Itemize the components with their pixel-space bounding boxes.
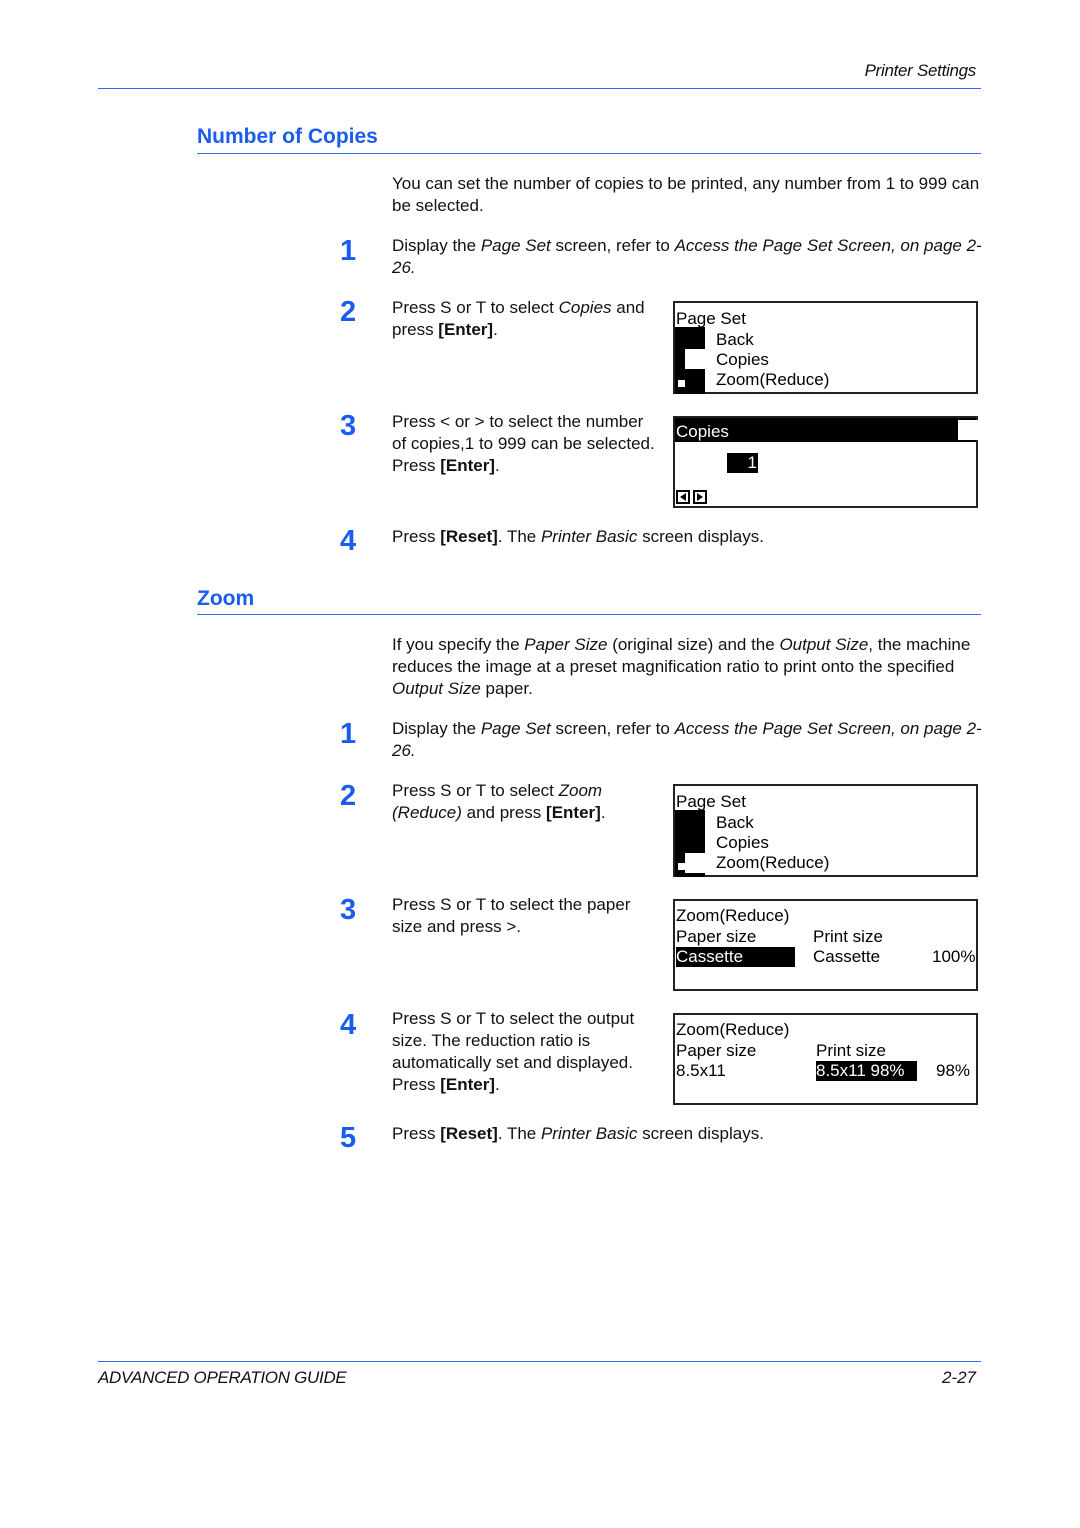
step-number: 1 xyxy=(340,235,357,267)
step-number: 5 xyxy=(340,1122,357,1154)
section-title-copies: Number of Copies xyxy=(197,125,378,148)
lcd-scroll-indicator xyxy=(678,380,685,387)
lcd-title: Zoom(Reduce) xyxy=(676,906,790,925)
lcd-ratio-value: 100% xyxy=(932,947,976,966)
lcd-paper-size-label: Paper size xyxy=(676,927,757,946)
lcd-title: Page Set xyxy=(676,792,746,811)
step-number: 3 xyxy=(340,410,357,442)
lcd-selection-marker xyxy=(685,349,705,369)
section-title-zoom: Zoom xyxy=(197,587,255,610)
lcd-print-size-value: Cassette xyxy=(813,947,881,966)
lcd-status-box xyxy=(958,420,978,440)
step-text: Press < or > to select the number of cop… xyxy=(392,412,655,475)
step-text: Press [Reset]. The Printer Basic screen … xyxy=(392,1124,764,1143)
step-number: 1 xyxy=(340,718,357,750)
lcd-paper-size-value[interactable]: Cassette xyxy=(676,947,795,967)
lcd-page-set-screen: Page Set Back Copies Zoom(Reduce) xyxy=(673,301,978,394)
left-arrow-icon[interactable] xyxy=(676,490,690,504)
step-text: Display the Page Set screen, refer to Ac… xyxy=(392,236,982,277)
lcd-menu-item-back[interactable]: Back xyxy=(716,330,754,350)
step-number: 2 xyxy=(340,780,357,812)
lcd-ratio-value: 98% xyxy=(936,1061,971,1080)
lcd-print-size-label: Print size xyxy=(813,927,883,946)
lcd-title: Zoom(Reduce) xyxy=(676,1020,790,1039)
step-text: Press [Reset]. The Printer Basic screen … xyxy=(392,527,764,546)
page-number: 2-27 xyxy=(941,1368,976,1387)
lcd-print-size-label: Print size xyxy=(816,1041,886,1060)
step-text: Press S or T to select the output size. … xyxy=(392,1009,635,1094)
right-arrow-icon[interactable] xyxy=(693,490,707,504)
step-number: 4 xyxy=(340,525,357,557)
intro-paragraph: If you specify the Paper Size (original … xyxy=(392,635,971,698)
lcd-menu-item-copies[interactable]: Copies xyxy=(716,833,769,853)
lcd-page-set-screen: Page Set Back Copies Zoom(Reduce) xyxy=(673,784,978,877)
lcd-zoom-paper-screen: Zoom(Reduce) Paper size Print size Casse… xyxy=(673,899,978,991)
intro-paragraph: You can set the number of copies to be p… xyxy=(392,174,980,215)
lcd-print-size-value[interactable]: 8.5x11 98% xyxy=(816,1061,917,1081)
running-header: Printer Settings xyxy=(864,61,977,80)
lcd-menu-item-zoom[interactable]: Zoom(Reduce) xyxy=(716,853,829,873)
step-text: Press S or T to select the paper size an… xyxy=(392,895,631,936)
lcd-menu-item-copies[interactable]: Copies xyxy=(716,350,769,370)
lcd-paper-size-label: Paper size xyxy=(676,1041,757,1060)
footer-rule xyxy=(98,1361,981,1362)
lcd-selection-marker xyxy=(685,853,705,873)
step-text: Press S or T to select Copies and press … xyxy=(392,298,645,339)
step-text: Display the Page Set screen, refer to Ac… xyxy=(392,719,982,760)
header-rule xyxy=(98,88,981,89)
section-rule xyxy=(197,153,981,154)
step-number: 4 xyxy=(340,1009,357,1041)
lcd-copies-screen: Copies 1 xyxy=(673,416,978,508)
step-number: 3 xyxy=(340,894,357,926)
lcd-menu-item-zoom[interactable]: Zoom(Reduce) xyxy=(716,370,829,390)
section-rule xyxy=(197,614,981,615)
lcd-menu-item-back[interactable]: Back xyxy=(716,813,754,833)
lcd-copies-value[interactable]: 1 xyxy=(727,453,758,473)
lcd-paper-size-value: 8.5x11 xyxy=(676,1061,726,1080)
lcd-title: Copies xyxy=(676,422,729,441)
lcd-scroll-indicator xyxy=(678,863,685,870)
footer-guide-title: ADVANCED OPERATION GUIDE xyxy=(98,1368,347,1387)
step-text: Press S or T to select Zoom (Reduce) and… xyxy=(392,781,606,822)
step-number: 2 xyxy=(340,296,357,328)
lcd-title: Page Set xyxy=(676,309,746,328)
lcd-zoom-print-screen: Zoom(Reduce) Paper size Print size 8.5x1… xyxy=(673,1013,978,1105)
